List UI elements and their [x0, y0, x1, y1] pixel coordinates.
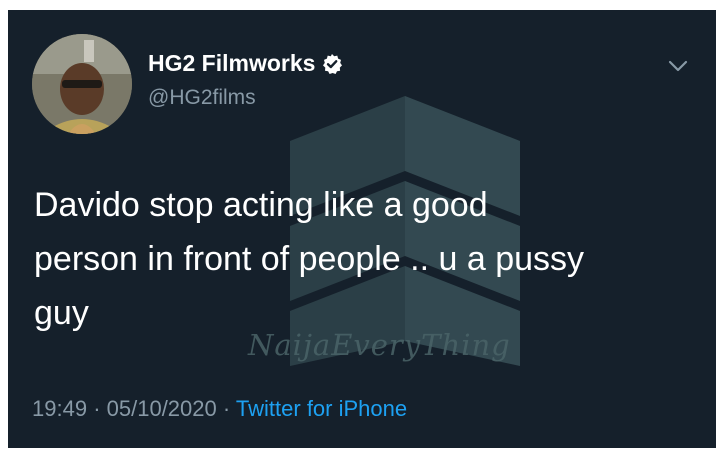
- tweet-meta: 19:49 · 05/10/2020 · Twitter for iPhone: [32, 396, 407, 422]
- avatar[interactable]: [32, 34, 132, 134]
- chevron-down-icon[interactable]: [664, 52, 692, 80]
- avatar-image: [32, 34, 132, 134]
- handle[interactable]: @HG2films: [148, 86, 256, 110]
- display-name[interactable]: HG2 Filmworks: [148, 50, 315, 77]
- screenshot-frame: HG2 Filmworks @HG2films Davido stop acti…: [0, 0, 720, 458]
- verified-badge-icon: [321, 53, 343, 75]
- tweet-source-link[interactable]: Twitter for iPhone: [236, 396, 407, 421]
- meta-separator: ·: [222, 396, 231, 421]
- name-row: HG2 Filmworks: [148, 50, 343, 77]
- tweet-card: HG2 Filmworks @HG2films Davido stop acti…: [8, 10, 716, 448]
- tweet-date[interactable]: 05/10/2020: [107, 396, 217, 421]
- meta-separator: ·: [93, 396, 101, 421]
- tweet-time[interactable]: 19:49: [32, 396, 87, 421]
- tweet-text: Davido stop acting like a good person in…: [34, 186, 585, 332]
